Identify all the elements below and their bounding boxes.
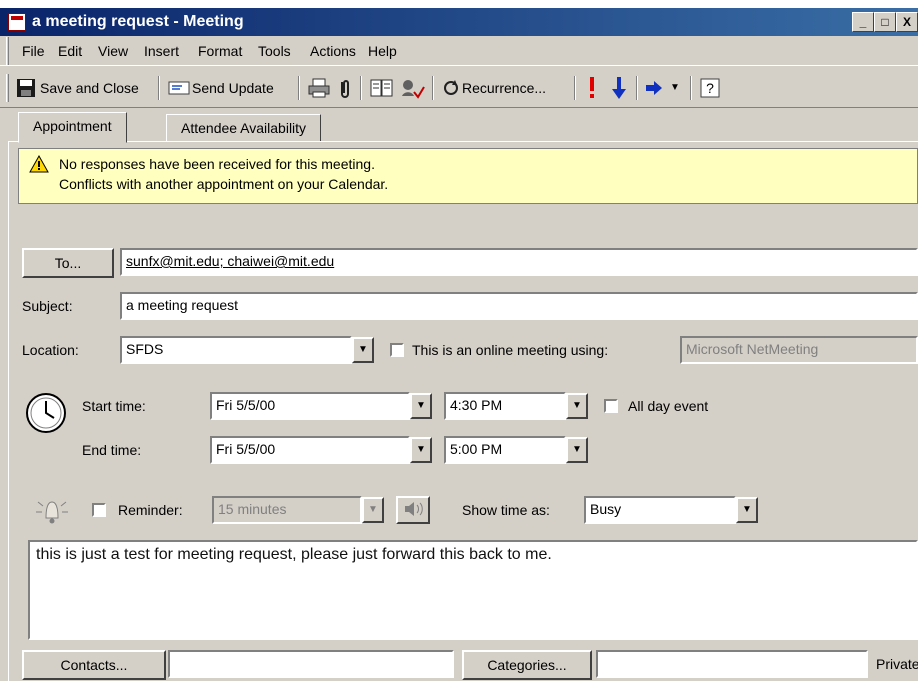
- toolbar: Save and Close Send Update Recurrence...…: [0, 68, 918, 108]
- to-field[interactable]: sunfx@mit.edu; chaiwei@mit.edu: [120, 248, 918, 276]
- reminder-field: 15 minutes: [212, 496, 362, 524]
- to-button[interactable]: To...: [22, 248, 114, 278]
- svg-text:?: ?: [706, 80, 714, 96]
- maximize-button[interactable]: □: [874, 12, 896, 32]
- show-time-as-field[interactable]: Busy: [584, 496, 736, 524]
- tab-strip: Appointment Attendee Availability: [0, 108, 918, 143]
- menu-view[interactable]: View: [98, 43, 128, 59]
- warning-icon: [29, 155, 49, 173]
- show-time-as-label: Show time as:: [462, 502, 550, 518]
- tab-attendee-availability[interactable]: Attendee Availability: [166, 114, 322, 142]
- categories-field[interactable]: [596, 650, 868, 678]
- end-time-field[interactable]: 5:00 PM: [444, 436, 566, 464]
- info-line-conflicts: Conflicts with another appointment on yo…: [59, 176, 389, 192]
- end-time-label: End time:: [82, 442, 142, 458]
- print-icon[interactable]: [308, 78, 330, 98]
- clock-icon: [26, 393, 66, 433]
- recurrence-icon[interactable]: [442, 79, 460, 97]
- check-names-icon[interactable]: [400, 78, 426, 100]
- online-meeting-checkbox[interactable]: [390, 343, 404, 357]
- reminder-checkbox[interactable]: [92, 503, 106, 517]
- toolbar-separator: [636, 76, 638, 100]
- reminder-bell-icon: [36, 501, 68, 524]
- subject-label: Subject:: [22, 298, 73, 314]
- toolbar-separator: [158, 76, 160, 100]
- send-update-icon[interactable]: [168, 80, 190, 96]
- menu-grip[interactable]: [6, 37, 9, 65]
- paperclip-icon[interactable]: [338, 78, 352, 100]
- menu-bar: File Edit View Insert Format Tools Actio…: [0, 36, 918, 66]
- menu-insert[interactable]: Insert: [144, 43, 179, 59]
- categories-button[interactable]: Categories...: [462, 650, 592, 680]
- menu-file[interactable]: File: [22, 43, 45, 59]
- start-time-label: Start time:: [82, 398, 146, 414]
- online-meeting-field: Microsoft NetMeeting: [680, 336, 918, 364]
- tab-appointment[interactable]: Appointment: [18, 112, 127, 143]
- toolbar-separator: [690, 76, 692, 100]
- toolbar-separator: [432, 76, 434, 100]
- reminder-label: Reminder:: [118, 502, 183, 518]
- end-date-dropdown-button[interactable]: ▼: [410, 437, 432, 463]
- toolbar-separator: [360, 76, 362, 100]
- window-title: a meeting request - Meeting: [32, 13, 244, 30]
- toolbar-separator: [574, 76, 576, 100]
- end-date-field[interactable]: Fri 5/5/00: [210, 436, 410, 464]
- online-meeting-label: This is an online meeting using:: [412, 342, 609, 358]
- menu-format[interactable]: Format: [198, 43, 242, 59]
- start-time-field[interactable]: 4:30 PM: [444, 392, 566, 420]
- reminder-dropdown-button: ▼: [362, 497, 384, 523]
- info-line-responses: No responses have been received for this…: [59, 156, 375, 172]
- recurrence-button[interactable]: Recurrence...: [462, 80, 546, 96]
- show-time-as-dropdown-button[interactable]: ▼: [736, 497, 758, 523]
- minimize-button[interactable]: _: [852, 12, 874, 32]
- send-update-button[interactable]: Send Update: [192, 80, 274, 96]
- toolbar-separator: [298, 76, 300, 100]
- meeting-window: a meeting request - Meeting _ □ X File E…: [0, 8, 918, 681]
- menu-edit[interactable]: Edit: [58, 43, 82, 59]
- speaker-icon: [405, 502, 423, 516]
- floppy-disk-icon[interactable]: [16, 78, 36, 98]
- reminder-sound-button: [396, 496, 430, 524]
- location-field[interactable]: SFDS: [120, 336, 352, 364]
- meeting-body-text[interactable]: this is just a test for meeting request,…: [28, 540, 918, 640]
- end-time-dropdown-button[interactable]: ▼: [566, 437, 588, 463]
- start-time-dropdown-button[interactable]: ▼: [566, 393, 588, 419]
- close-button[interactable]: X: [896, 12, 918, 32]
- info-bar: No responses have been received for this…: [18, 148, 918, 204]
- high-importance-icon[interactable]: [588, 77, 596, 99]
- address-book-icon[interactable]: [370, 78, 394, 98]
- all-day-event-checkbox[interactable]: [604, 399, 618, 413]
- previous-item-icon[interactable]: [646, 81, 668, 95]
- location-label: Location:: [22, 342, 79, 358]
- low-importance-icon[interactable]: [612, 77, 626, 99]
- title-bar: a meeting request - Meeting _ □ X: [0, 8, 918, 36]
- subject-field[interactable]: a meeting request: [120, 292, 918, 320]
- menu-actions[interactable]: Actions: [310, 43, 356, 59]
- location-dropdown-button[interactable]: ▼: [352, 337, 374, 363]
- private-label: Private: [876, 656, 918, 672]
- start-date-field[interactable]: Fri 5/5/00: [210, 392, 410, 420]
- meeting-icon: [8, 13, 26, 31]
- contacts-button[interactable]: Contacts...: [22, 650, 166, 680]
- contacts-field[interactable]: [168, 650, 454, 678]
- all-day-event-label: All day event: [628, 398, 709, 414]
- toolbar-grip[interactable]: [6, 74, 9, 102]
- menu-help[interactable]: Help: [368, 43, 397, 59]
- start-date-dropdown-button[interactable]: ▼: [410, 393, 432, 419]
- save-and-close-button[interactable]: Save and Close: [40, 80, 139, 96]
- menu-tools[interactable]: Tools: [258, 43, 291, 59]
- help-icon[interactable]: ?: [700, 78, 720, 98]
- chevron-down-icon[interactable]: ▼: [670, 82, 680, 93]
